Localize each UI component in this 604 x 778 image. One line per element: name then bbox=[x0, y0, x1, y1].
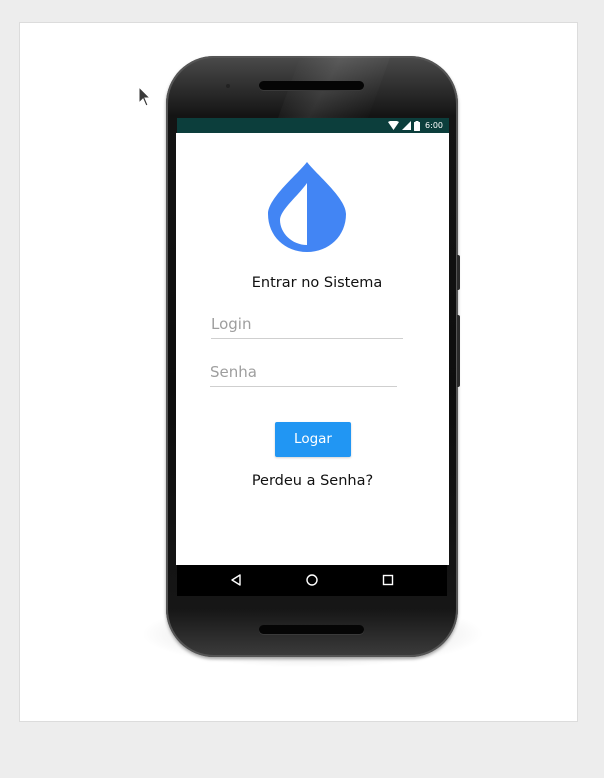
top-speaker bbox=[259, 81, 364, 90]
page-title: Entrar no Sistema bbox=[251, 275, 383, 291]
volume-button bbox=[457, 315, 460, 387]
navigation-bar bbox=[177, 565, 447, 596]
back-icon[interactable] bbox=[229, 573, 243, 587]
home-icon[interactable] bbox=[305, 573, 319, 587]
bottom-speaker bbox=[259, 625, 364, 634]
recents-icon[interactable] bbox=[381, 573, 395, 587]
battery-icon bbox=[414, 120, 421, 131]
signal-icon bbox=[402, 121, 412, 130]
login-field[interactable] bbox=[211, 312, 403, 339]
front-camera bbox=[226, 84, 230, 88]
wifi-icon bbox=[388, 121, 400, 130]
status-bar: 6:00 bbox=[177, 118, 449, 133]
status-icons: 6:00 bbox=[388, 120, 443, 131]
water-drop-icon bbox=[268, 162, 346, 252]
mouse-cursor-icon bbox=[138, 86, 152, 107]
forgot-password-link[interactable]: Perdeu a Senha? bbox=[176, 471, 449, 491]
password-field[interactable] bbox=[210, 360, 397, 387]
status-time: 6:00 bbox=[425, 121, 443, 130]
password-input[interactable] bbox=[210, 360, 397, 384]
login-input[interactable] bbox=[211, 312, 403, 336]
login-button[interactable]: Logar bbox=[275, 422, 351, 457]
